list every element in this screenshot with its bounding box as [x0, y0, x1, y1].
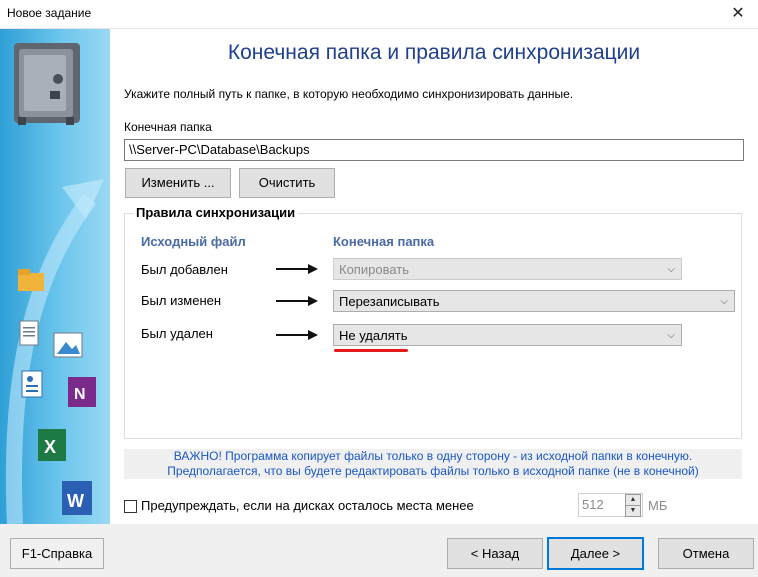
rule-select-modified[interactable]: Перезаписывать ⌵: [333, 290, 735, 312]
excel-icon: X: [38, 429, 66, 461]
contacts-icon: [21, 370, 43, 398]
title-bar: Новое задание ✕: [0, 0, 758, 29]
rule-label-modified: Был изменен: [141, 293, 222, 308]
svg-text:X: X: [44, 437, 56, 457]
rule-select-deleted-value: Не удалять: [339, 328, 408, 343]
chevron-down-icon: ⌵: [667, 264, 675, 275]
rule-select-modified-value: Перезаписывать: [339, 294, 440, 309]
image-icon: [53, 332, 83, 358]
sidebar-illustration: N X W: [5, 43, 104, 524]
disk-space-value: 512: [582, 497, 604, 512]
cancel-button[interactable]: Отмена: [658, 538, 754, 569]
word-icon: W: [62, 481, 92, 515]
wizard-sidebar: N X W: [0, 29, 110, 524]
target-folder-input[interactable]: \\Server-PC\Database\Backups: [124, 139, 744, 161]
wizard-footer: F1-Справка < Назад Далее > Отмена: [0, 524, 758, 577]
disk-space-unit: МБ: [648, 498, 668, 513]
instruction-text: Укажите полный путь к папке, в которую н…: [124, 87, 574, 101]
source-file-header: Исходный файл: [141, 234, 246, 249]
highlight-underline: [334, 349, 408, 352]
page-title: Конечная папка и правила синхронизации: [227, 41, 641, 64]
spin-down-icon: ▼: [625, 505, 641, 517]
target-folder-header: Конечная папка: [333, 234, 435, 249]
chevron-down-icon: ⌵: [720, 296, 728, 307]
close-icon[interactable]: ✕: [718, 0, 758, 28]
target-folder-label: Конечная папка: [124, 120, 212, 134]
clear-button[interactable]: Очистить: [239, 168, 335, 198]
back-button[interactable]: < Назад: [447, 538, 543, 569]
disk-warning-label[interactable]: Предупреждать, если на дисках осталось м…: [141, 498, 474, 513]
wizard-content: N X W Конечная папка и правила синхрониз…: [0, 29, 758, 524]
rule-select-added: Копировать ⌵: [333, 258, 682, 280]
disk-space-spinner: 512 ▲ ▼: [578, 493, 643, 517]
chevron-down-icon: ⌵: [667, 330, 675, 341]
rule-label-deleted: Был удален: [141, 326, 213, 341]
sync-rules-title: Правила синхронизации: [133, 205, 299, 220]
onenote-icon: N: [68, 377, 96, 407]
window-title: Новое задание: [7, 6, 92, 20]
svg-text:W: W: [67, 491, 84, 511]
next-button[interactable]: Далее >: [547, 537, 644, 570]
rule-select-deleted[interactable]: Не удалять ⌵: [333, 324, 682, 346]
document-icon: [19, 320, 39, 346]
notice-line-2: Предполагается, что вы будете редактиров…: [167, 464, 699, 478]
important-notice: ВАЖНО! Программа копирует файлы только в…: [124, 449, 742, 479]
arrow-right-icon: [276, 330, 318, 340]
rule-label-added: Был добавлен: [141, 262, 228, 277]
disk-warning-checkbox[interactable]: [124, 500, 137, 513]
arrow-right-icon: [276, 296, 318, 306]
change-button[interactable]: Изменить ...: [125, 168, 231, 198]
svg-text:N: N: [74, 386, 86, 403]
arrow-right-icon: [276, 264, 318, 274]
help-button[interactable]: F1-Справка: [10, 538, 104, 569]
notice-line-1: ВАЖНО! Программа копирует файлы только в…: [173, 449, 693, 463]
safe-icon: [14, 43, 80, 125]
rule-select-added-value: Копировать: [339, 262, 409, 277]
